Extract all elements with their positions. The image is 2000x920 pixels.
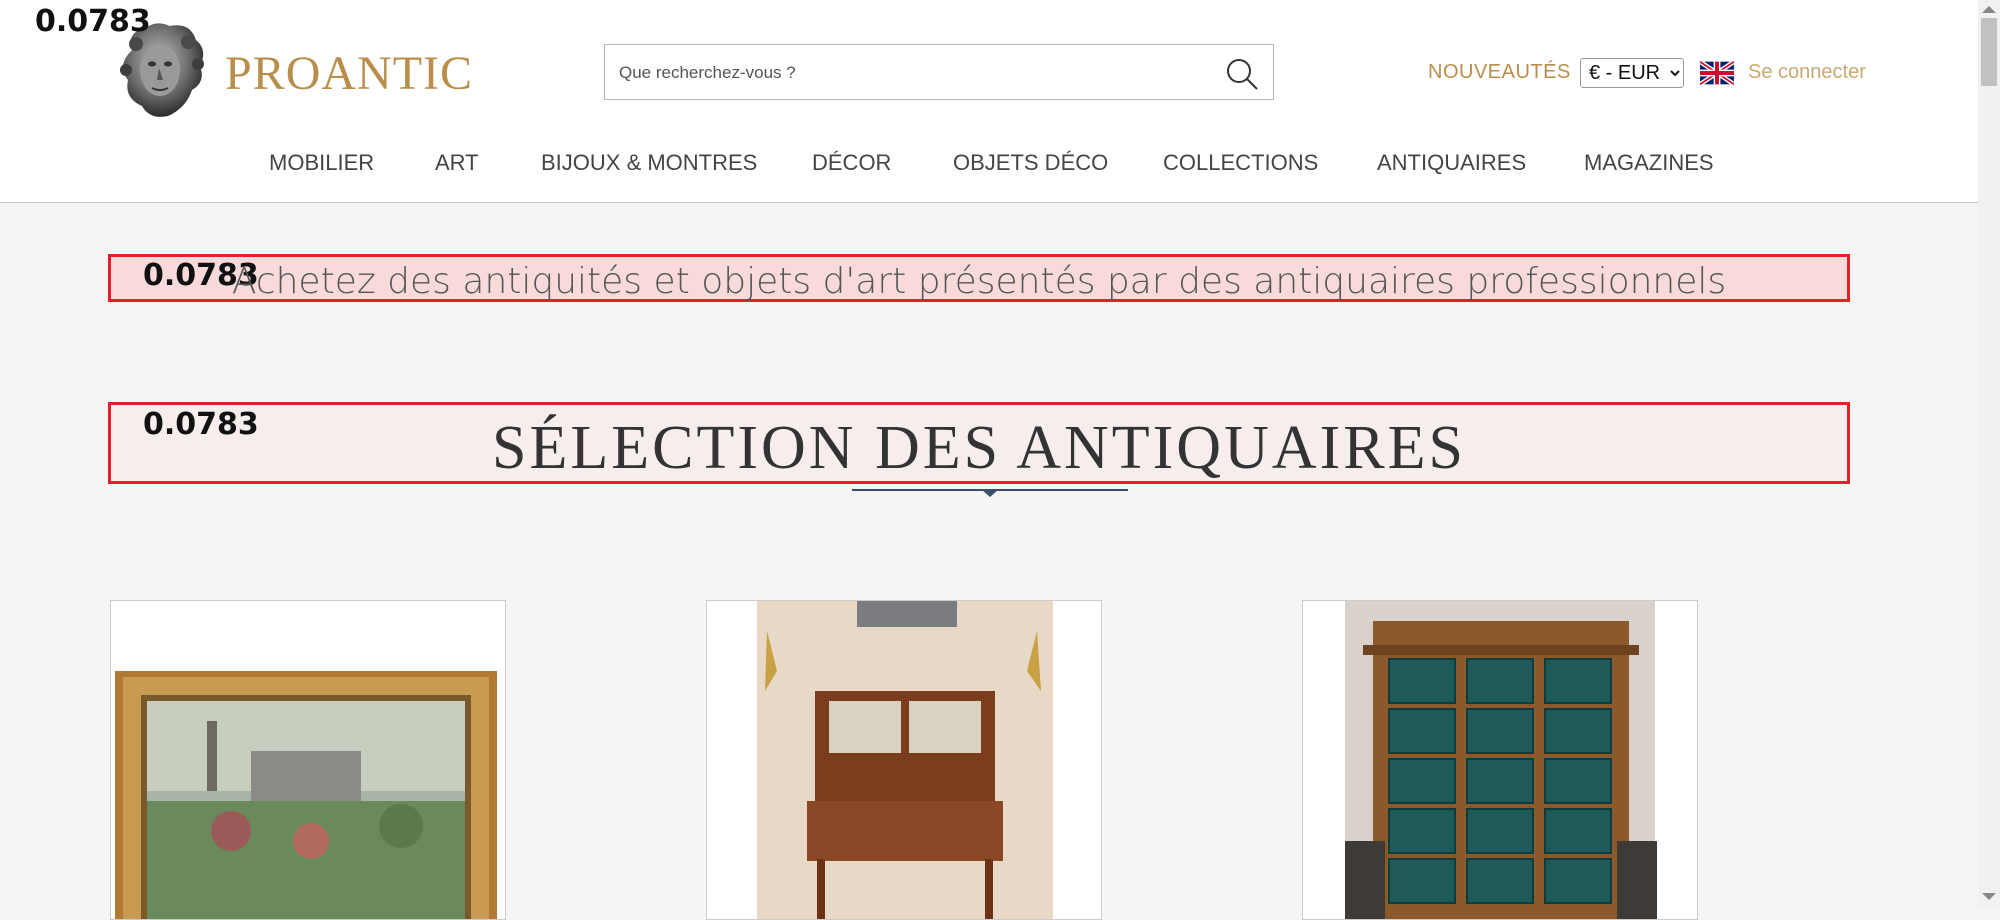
product-card[interactable] (706, 600, 1102, 920)
search-bar (604, 44, 1274, 100)
product-card[interactable] (1302, 600, 1698, 920)
currency-select[interactable]: € - EUR (1580, 58, 1684, 88)
login-link[interactable]: Se connecter (1748, 61, 1866, 84)
nav-item-antiquaires[interactable]: ANTIQUAIRES (1377, 150, 1526, 176)
nav-item-collections[interactable]: COLLECTIONS (1163, 150, 1318, 176)
new-arrivals-link[interactable]: NOUVEAUTÉS (1428, 61, 1571, 84)
nav-item-decor[interactable]: DÉCOR (812, 150, 891, 176)
scroll-down-arrow-icon[interactable] (1982, 893, 1996, 900)
section-title-box: 0.0783 SÉLECTION DES ANTIQUAIRES (108, 402, 1850, 484)
section-title: SÉLECTION DES ANTIQUAIRES (492, 414, 1466, 482)
tagline: Achetez des antiquités et objets d'art p… (231, 261, 1727, 302)
furniture-image (707, 601, 1101, 919)
search-input[interactable] (617, 57, 1211, 89)
product-card[interactable] (110, 600, 506, 920)
search-icon[interactable] (1225, 57, 1259, 91)
nav-item-magazines[interactable]: MAGAZINES (1584, 150, 1714, 176)
uk-flag-icon[interactable] (1700, 61, 1734, 85)
site-header: 0.0783 PROANTIC NOUVEAUTÉS € - EUR Se co… (0, 0, 1978, 203)
tagline-box: 0.0783 Achetez des antiquités et objets … (108, 254, 1850, 302)
main-nav: MOBILIER ART BIJOUX & MONTRES DÉCOR OBJE… (0, 150, 1978, 180)
scroll-up-arrow-icon[interactable] (1982, 6, 1996, 13)
cabinet-image (1303, 601, 1697, 919)
score-badge: 0.0783 (35, 4, 151, 39)
nav-item-bijoux-montres[interactable]: BIJOUX & MONTRES (541, 150, 757, 176)
chevron-down-icon (852, 489, 1128, 497)
nav-item-mobilier[interactable]: MOBILIER (269, 150, 374, 176)
nav-item-art[interactable]: ART (435, 150, 479, 176)
scrollbar-thumb[interactable] (1981, 18, 1997, 86)
brand-name[interactable]: PROANTIC (225, 46, 473, 101)
painting-image (111, 601, 505, 919)
page-scrollbar[interactable] (1978, 0, 2000, 908)
nav-item-objets-deco[interactable]: OBJETS DÉCO (953, 150, 1108, 176)
